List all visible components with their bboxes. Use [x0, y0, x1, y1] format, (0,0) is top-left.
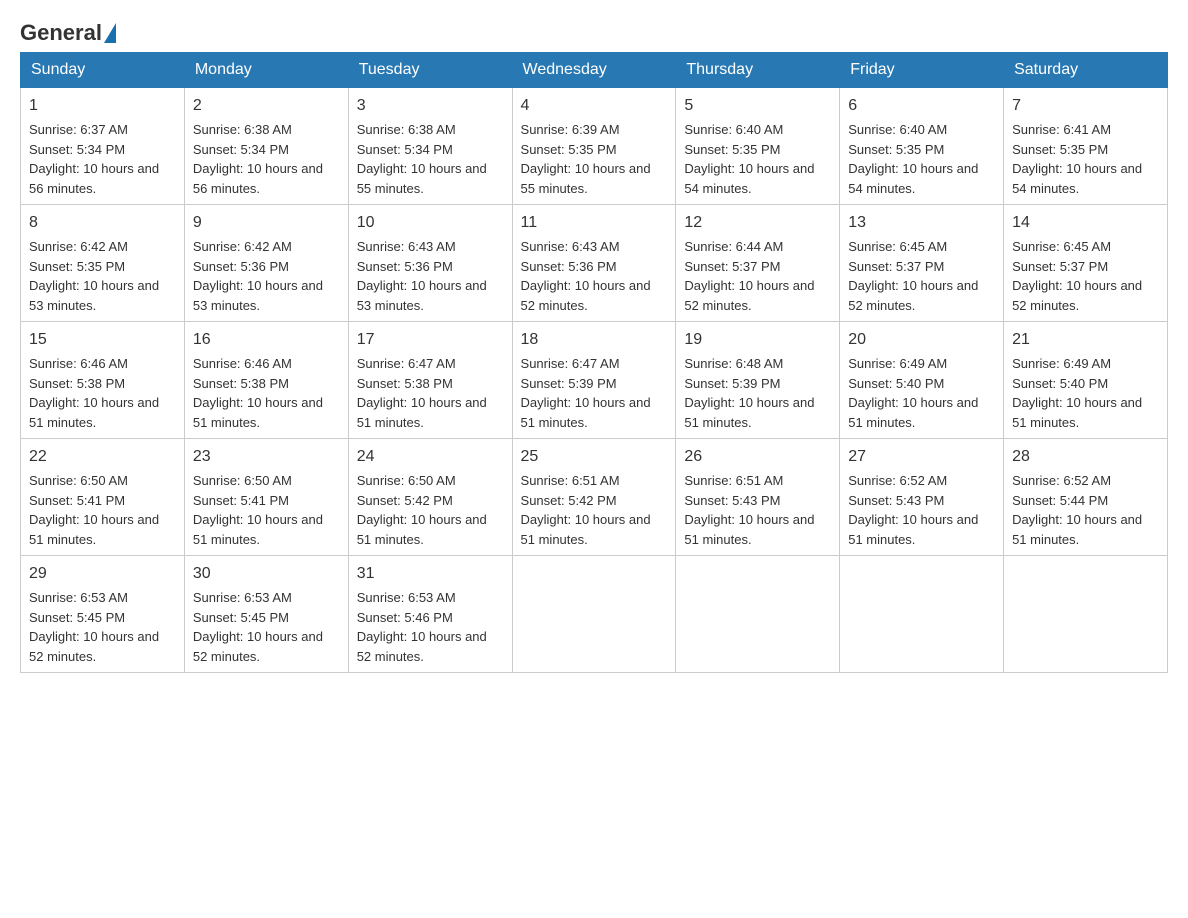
day-number: 12	[684, 211, 831, 235]
day-number: 17	[357, 328, 504, 352]
calendar-cell: 20Sunrise: 6:49 AMSunset: 5:40 PMDayligh…	[840, 322, 1004, 439]
calendar-cell: 16Sunrise: 6:46 AMSunset: 5:38 PMDayligh…	[184, 322, 348, 439]
week-row-1: 1Sunrise: 6:37 AMSunset: 5:34 PMDaylight…	[21, 88, 1168, 205]
logo-general: General	[20, 20, 102, 46]
weekday-header-sunday: Sunday	[21, 53, 185, 88]
calendar-cell: 22Sunrise: 6:50 AMSunset: 5:41 PMDayligh…	[21, 439, 185, 556]
day-number: 31	[357, 562, 504, 586]
calendar-cell	[840, 556, 1004, 673]
day-number: 8	[29, 211, 176, 235]
calendar-table: SundayMondayTuesdayWednesdayThursdayFrid…	[20, 52, 1168, 673]
calendar-cell: 5Sunrise: 6:40 AMSunset: 5:35 PMDaylight…	[676, 88, 840, 205]
calendar-cell: 2Sunrise: 6:38 AMSunset: 5:34 PMDaylight…	[184, 88, 348, 205]
page-header: General	[20, 20, 1168, 42]
day-number: 22	[29, 445, 176, 469]
calendar-cell	[512, 556, 676, 673]
weekday-header-saturday: Saturday	[1004, 53, 1168, 88]
calendar-cell: 24Sunrise: 6:50 AMSunset: 5:42 PMDayligh…	[348, 439, 512, 556]
calendar-cell: 26Sunrise: 6:51 AMSunset: 5:43 PMDayligh…	[676, 439, 840, 556]
day-number: 9	[193, 211, 340, 235]
calendar-cell: 4Sunrise: 6:39 AMSunset: 5:35 PMDaylight…	[512, 88, 676, 205]
weekday-header-row: SundayMondayTuesdayWednesdayThursdayFrid…	[21, 53, 1168, 88]
day-number: 29	[29, 562, 176, 586]
calendar-cell: 13Sunrise: 6:45 AMSunset: 5:37 PMDayligh…	[840, 205, 1004, 322]
weekday-header-monday: Monday	[184, 53, 348, 88]
day-number: 6	[848, 94, 995, 118]
calendar-cell: 23Sunrise: 6:50 AMSunset: 5:41 PMDayligh…	[184, 439, 348, 556]
week-row-2: 8Sunrise: 6:42 AMSunset: 5:35 PMDaylight…	[21, 205, 1168, 322]
calendar-cell: 21Sunrise: 6:49 AMSunset: 5:40 PMDayligh…	[1004, 322, 1168, 439]
day-number: 7	[1012, 94, 1159, 118]
weekday-header-thursday: Thursday	[676, 53, 840, 88]
week-row-3: 15Sunrise: 6:46 AMSunset: 5:38 PMDayligh…	[21, 322, 1168, 439]
calendar-cell: 25Sunrise: 6:51 AMSunset: 5:42 PMDayligh…	[512, 439, 676, 556]
calendar-cell	[1004, 556, 1168, 673]
day-number: 1	[29, 94, 176, 118]
calendar-cell: 30Sunrise: 6:53 AMSunset: 5:45 PMDayligh…	[184, 556, 348, 673]
day-number: 3	[357, 94, 504, 118]
weekday-header-wednesday: Wednesday	[512, 53, 676, 88]
calendar-cell: 7Sunrise: 6:41 AMSunset: 5:35 PMDaylight…	[1004, 88, 1168, 205]
day-number: 10	[357, 211, 504, 235]
day-number: 16	[193, 328, 340, 352]
week-row-5: 29Sunrise: 6:53 AMSunset: 5:45 PMDayligh…	[21, 556, 1168, 673]
day-number: 25	[521, 445, 668, 469]
day-number: 18	[521, 328, 668, 352]
day-number: 11	[521, 211, 668, 235]
calendar-cell: 10Sunrise: 6:43 AMSunset: 5:36 PMDayligh…	[348, 205, 512, 322]
calendar-cell: 6Sunrise: 6:40 AMSunset: 5:35 PMDaylight…	[840, 88, 1004, 205]
calendar-cell: 14Sunrise: 6:45 AMSunset: 5:37 PMDayligh…	[1004, 205, 1168, 322]
day-number: 5	[684, 94, 831, 118]
day-number: 28	[1012, 445, 1159, 469]
calendar-cell: 15Sunrise: 6:46 AMSunset: 5:38 PMDayligh…	[21, 322, 185, 439]
logo-triangle-icon	[104, 23, 116, 43]
calendar-cell: 27Sunrise: 6:52 AMSunset: 5:43 PMDayligh…	[840, 439, 1004, 556]
weekday-header-friday: Friday	[840, 53, 1004, 88]
day-number: 20	[848, 328, 995, 352]
calendar-cell: 28Sunrise: 6:52 AMSunset: 5:44 PMDayligh…	[1004, 439, 1168, 556]
week-row-4: 22Sunrise: 6:50 AMSunset: 5:41 PMDayligh…	[21, 439, 1168, 556]
calendar-cell: 31Sunrise: 6:53 AMSunset: 5:46 PMDayligh…	[348, 556, 512, 673]
calendar-cell: 12Sunrise: 6:44 AMSunset: 5:37 PMDayligh…	[676, 205, 840, 322]
calendar-cell: 17Sunrise: 6:47 AMSunset: 5:38 PMDayligh…	[348, 322, 512, 439]
calendar-cell: 3Sunrise: 6:38 AMSunset: 5:34 PMDaylight…	[348, 88, 512, 205]
day-number: 26	[684, 445, 831, 469]
weekday-header-tuesday: Tuesday	[348, 53, 512, 88]
day-number: 23	[193, 445, 340, 469]
calendar-cell: 19Sunrise: 6:48 AMSunset: 5:39 PMDayligh…	[676, 322, 840, 439]
logo: General	[20, 20, 118, 42]
day-number: 14	[1012, 211, 1159, 235]
calendar-cell: 11Sunrise: 6:43 AMSunset: 5:36 PMDayligh…	[512, 205, 676, 322]
day-number: 2	[193, 94, 340, 118]
day-number: 19	[684, 328, 831, 352]
calendar-cell: 18Sunrise: 6:47 AMSunset: 5:39 PMDayligh…	[512, 322, 676, 439]
calendar-cell	[676, 556, 840, 673]
day-number: 21	[1012, 328, 1159, 352]
day-number: 13	[848, 211, 995, 235]
calendar-cell: 8Sunrise: 6:42 AMSunset: 5:35 PMDaylight…	[21, 205, 185, 322]
day-number: 15	[29, 328, 176, 352]
calendar-cell: 29Sunrise: 6:53 AMSunset: 5:45 PMDayligh…	[21, 556, 185, 673]
day-number: 4	[521, 94, 668, 118]
day-number: 30	[193, 562, 340, 586]
day-number: 27	[848, 445, 995, 469]
calendar-cell: 9Sunrise: 6:42 AMSunset: 5:36 PMDaylight…	[184, 205, 348, 322]
day-number: 24	[357, 445, 504, 469]
calendar-cell: 1Sunrise: 6:37 AMSunset: 5:34 PMDaylight…	[21, 88, 185, 205]
